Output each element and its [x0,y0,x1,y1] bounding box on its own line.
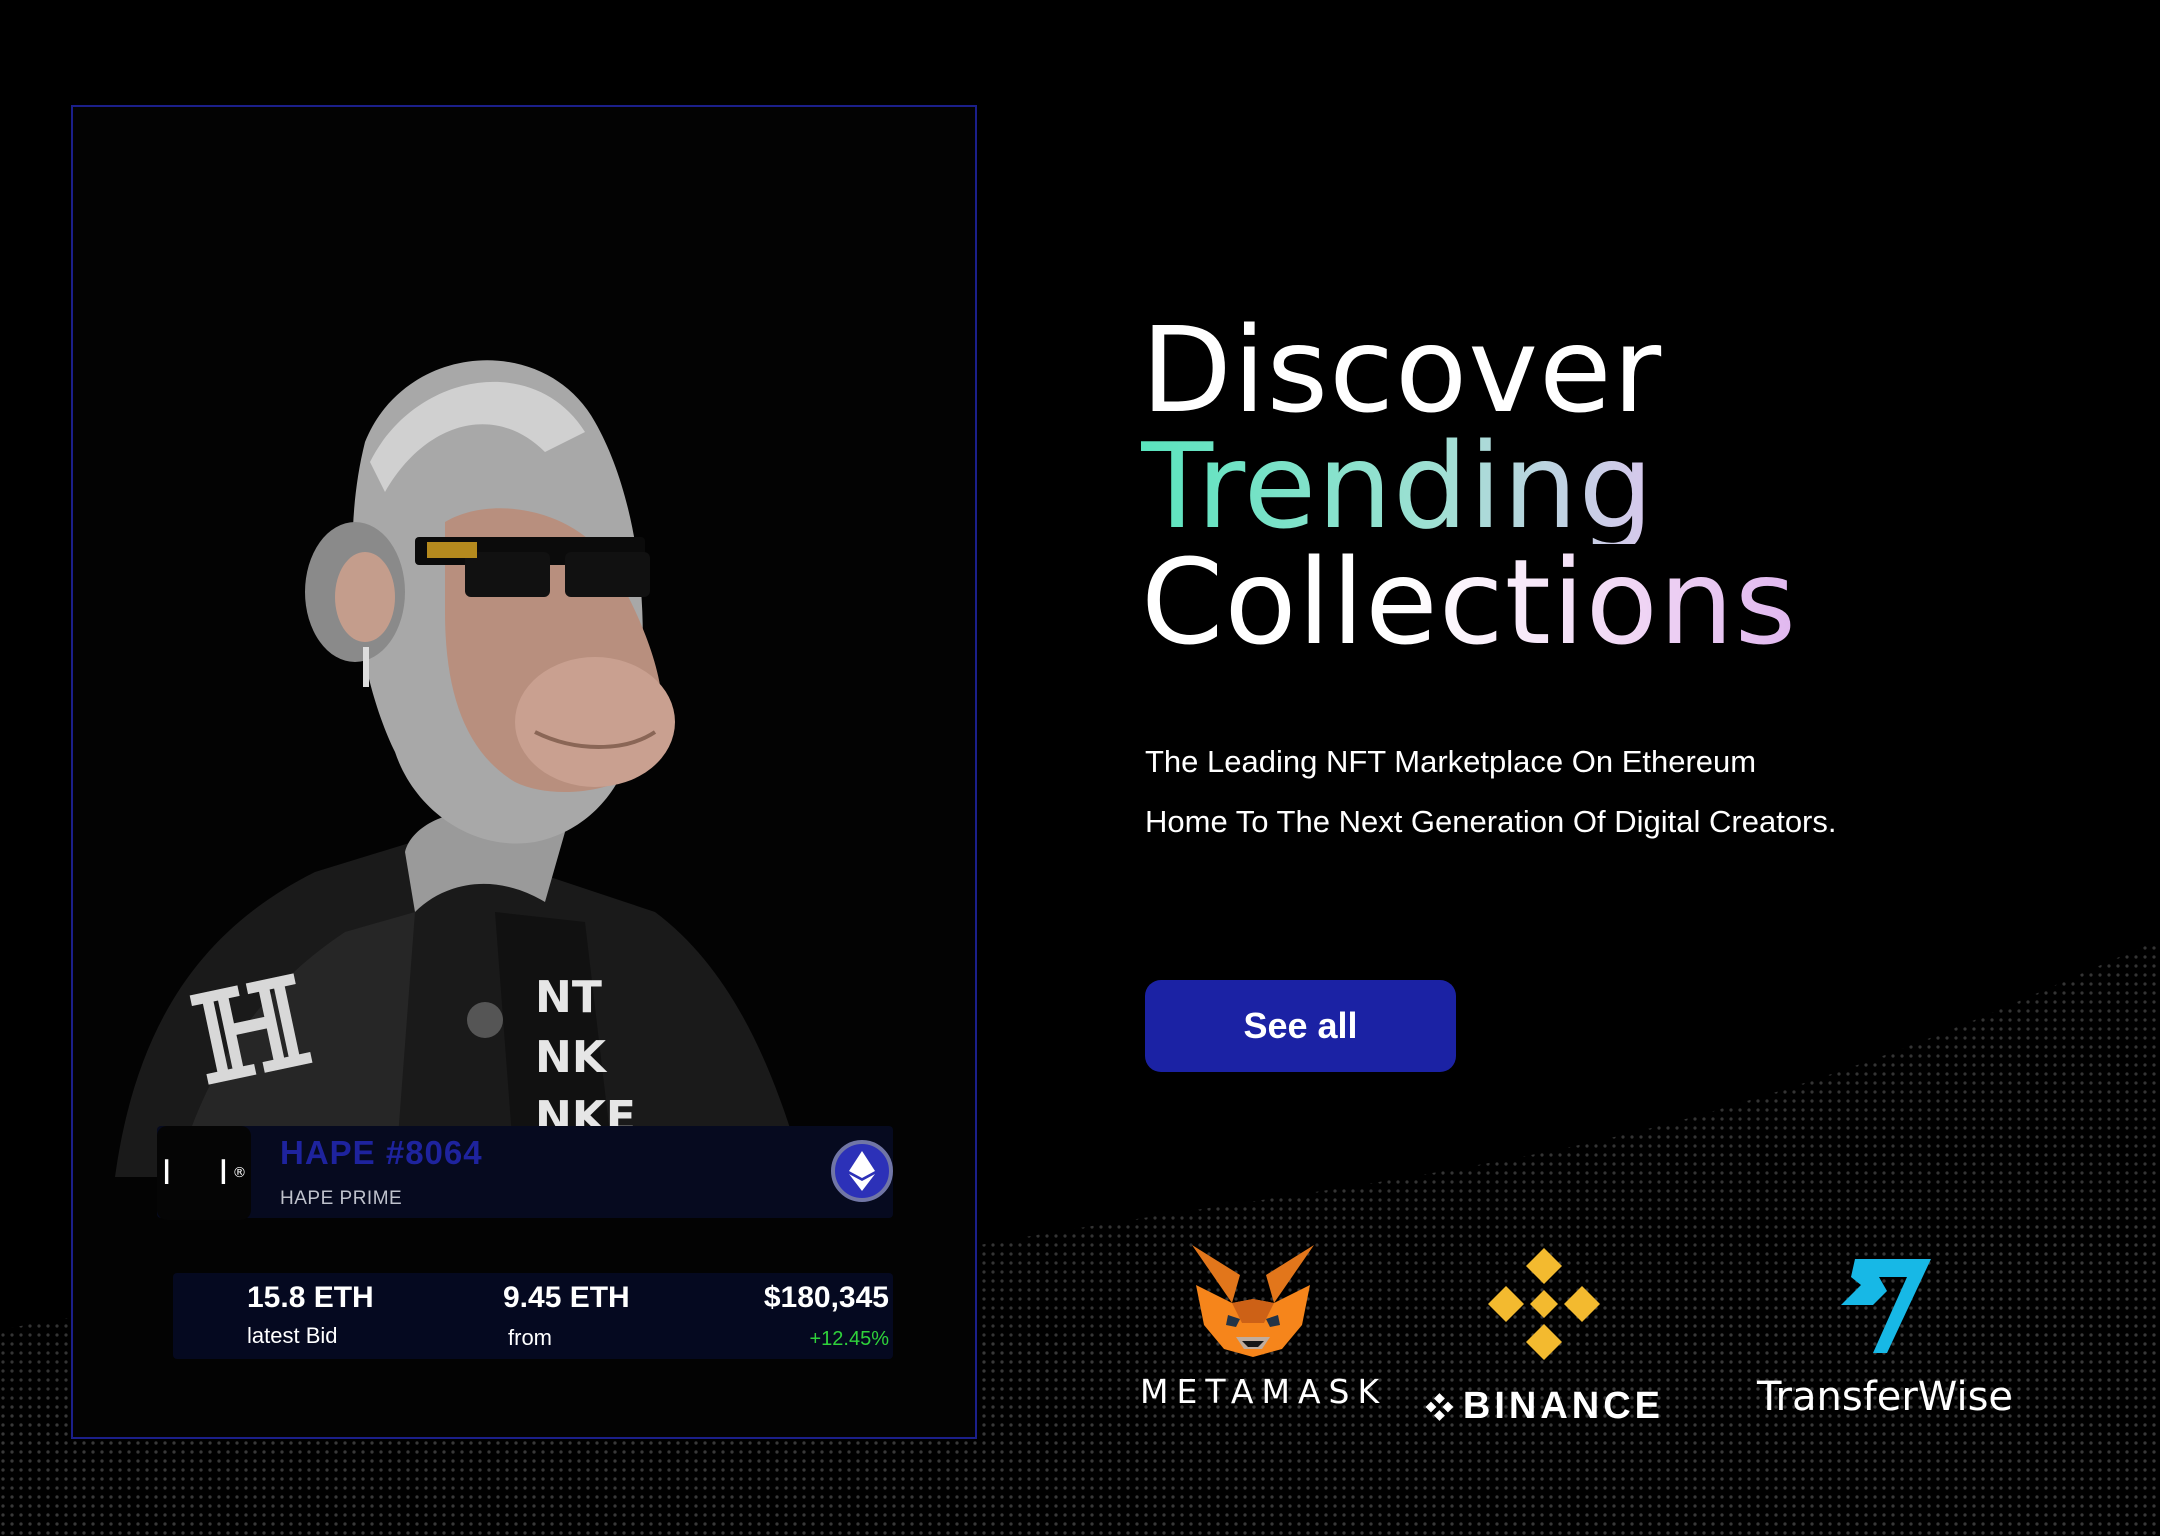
hero-headline: Discover Trending Collections [1141,301,1798,671]
headline-line-trending: Trending [1141,427,1797,545]
partner-metamask[interactable]: METAMASK [1140,1245,1388,1411]
from-price-label: from [508,1325,552,1350]
see-all-button[interactable]: See all [1145,980,1456,1072]
usd-price-value: $180,345 [763,1281,889,1314]
nft-info-bar: I I ® HAPE #8064 HAPE PRIME [157,1126,893,1220]
binance-name: BINANCE [1462,1385,1664,1427]
metamask-name: METAMASK [1140,1372,1388,1411]
hero-description: The Leading NFT Marketplace On Ethereum … [1145,744,1837,839]
price-change-badge: +12.45% [809,1328,889,1350]
svg-text:NT: NT [535,972,602,1023]
transferwise-flag-icon [1841,1259,1931,1353]
ethereum-icon [831,1140,893,1202]
metamask-fox-icon [1191,1245,1314,1357]
binance-mini-icon [1425,1392,1454,1421]
nft-card[interactable]: ℍ NT NK NKE I I ® HAPE #8064 HAPE PRIME … [71,105,977,1439]
binance-diamond-icon [1488,1248,1600,1360]
logo-mark: ® [232,1165,247,1181]
svg-text:NK: NK [535,1032,608,1083]
transferwise-name: TransferWise [1756,1374,2014,1420]
partner-binance[interactable]: BINANCE [1424,1248,1664,1428]
hape-prime-logo: I I ® [157,1126,251,1220]
nft-collection-name[interactable]: HAPE PRIME [280,1188,402,1210]
nft-title[interactable]: HAPE #8064 [280,1134,483,1172]
nft-price-bar: 15.8 ETH latest Bid 9.45 ETH from $180,3… [173,1273,893,1359]
from-price-value: 9.45 ETH [503,1281,630,1314]
latest-bid-label: latest Bid [247,1323,338,1348]
headline-line-collections: Collections [1141,533,1798,671]
nft-artwork-image: ℍ NT NK NKE [115,312,935,1177]
headline-line-discover: Discover [1141,301,1663,439]
partner-transferwise[interactable]: TransferWise [1740,1255,2030,1420]
latest-bid-value: 15.8 ETH [247,1281,374,1314]
